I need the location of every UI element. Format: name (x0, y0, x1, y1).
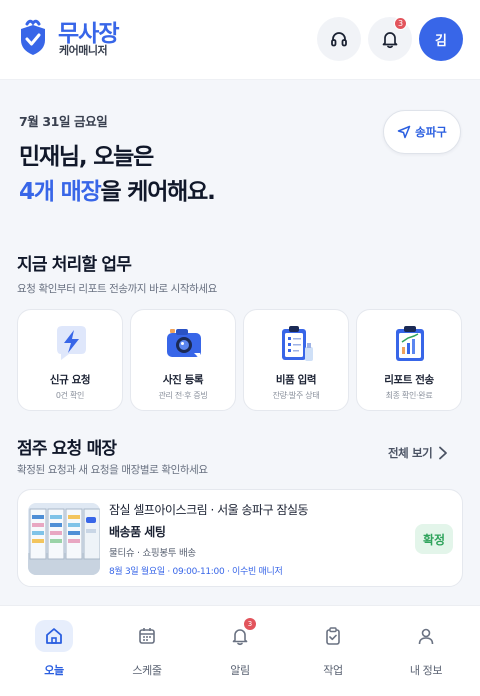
task-clipboard-icon (326, 627, 340, 645)
nav-label: 오늘 (44, 664, 64, 677)
notification-badge: 3 (394, 17, 407, 30)
tasks-section-subtitle: 요청 확인부터 리포트 전송까지 바로 시작하세요 (17, 283, 217, 295)
view-all-label: 전체 보기 (388, 446, 433, 460)
store-freezer-illustration (28, 503, 100, 575)
request-items: 물티슈 · 쇼핑봉투 배송 (109, 548, 196, 559)
nav-label: 스케줄 (132, 664, 162, 677)
lightning-icon (57, 326, 86, 360)
region-select-button[interactable]: 송파구 (383, 110, 461, 154)
headset-icon (331, 32, 347, 47)
task-label: 사진 등록 (162, 374, 204, 386)
nav-item-schedule[interactable]: 스케줄 (107, 620, 187, 680)
task-card-new-request[interactable]: 신규 요청 0건 확인 (17, 309, 123, 411)
location-arrow-icon (397, 125, 411, 139)
task-desc: 0건 확인 (55, 391, 85, 400)
bell-icon (382, 32, 398, 49)
report-clipboard-icon (396, 326, 424, 361)
chevron-right-icon (439, 446, 448, 460)
support-button[interactable] (317, 17, 361, 61)
app-header: 무사장 케어매니저 3 김 (0, 0, 480, 80)
view-all-link[interactable]: 전체 보기 (388, 445, 448, 461)
nav-label: 알림 (230, 664, 250, 677)
logo-shield-icon (21, 19, 45, 55)
greeting-line-1: 민재님, 오늘은 (19, 144, 154, 170)
alerts-badge: 3 (244, 618, 256, 630)
today-date: 7월 31일 금요일 (19, 114, 108, 129)
task-label: 비품 입력 (275, 374, 317, 386)
nav-item-today[interactable]: 오늘 (14, 620, 94, 680)
store-count-highlight: 4개 매장 (19, 179, 102, 205)
task-desc: 최종 확인·완료 (385, 391, 433, 400)
tasks-section-title: 지금 처리할 업무 (17, 255, 132, 275)
task-desc: 관리 전·후 증빙 (158, 391, 208, 400)
region-label: 송파구 (415, 125, 447, 139)
task-label: 신규 요청 (49, 374, 91, 386)
brand-subtitle: 케어매니저 (59, 44, 108, 57)
task-label: 리포트 전송 (384, 374, 434, 386)
store-name: 잠실 셀프아이스크림 · 서울 송파구 잠실동 (109, 503, 309, 517)
nav-item-alerts[interactable]: 3 알림 (200, 618, 280, 680)
avatar[interactable]: 김 (419, 17, 463, 61)
nav-item-my-info[interactable]: 내 정보 (386, 620, 466, 680)
task-desc: 잔량·발주 상태 (272, 391, 320, 400)
greeting-line-2-rest: 을 케어해요. (100, 179, 216, 205)
person-icon (418, 628, 434, 645)
requests-section-title: 점주 요청 매장 (17, 439, 117, 459)
home-icon (46, 628, 62, 644)
clipboard-supplies-icon (282, 326, 313, 361)
camera-icon (167, 329, 201, 359)
nav-label: 작업 (323, 664, 343, 677)
task-card-photo-upload[interactable]: 사진 등록 관리 전·후 증빙 (130, 309, 236, 411)
status-badge: 확정 (415, 524, 453, 554)
nav-item-work[interactable]: 작업 (293, 620, 373, 680)
task-card-report-send[interactable]: 리포트 전송 최종 확인·완료 (356, 309, 462, 411)
notification-button[interactable]: 3 (368, 17, 412, 61)
store-request-card[interactable]: 잠실 셀프아이스크림 · 서울 송파구 잠실동 배송품 세팅 물티슈 · 쇼핑봉… (17, 489, 463, 587)
requests-section-subtitle: 확정된 요청과 새 요청을 매장별로 확인하세요 (17, 464, 208, 476)
request-schedule: 8월 3일 월요일 · 09:00-11:00 · 이수빈 매니저 (109, 567, 283, 577)
greeting-line-2: 4개 매장을 케어해요. (19, 172, 216, 206)
bottom-navigation: 오늘 스케줄 3 알림 작업 내 정보 (0, 605, 480, 696)
task-card-supplies-input[interactable]: 비품 입력 잔량·발주 상태 (243, 309, 349, 411)
store-photo (28, 503, 100, 575)
calendar-icon (139, 628, 155, 644)
request-task: 배송품 세팅 (109, 525, 166, 539)
nav-label: 내 정보 (409, 664, 443, 677)
